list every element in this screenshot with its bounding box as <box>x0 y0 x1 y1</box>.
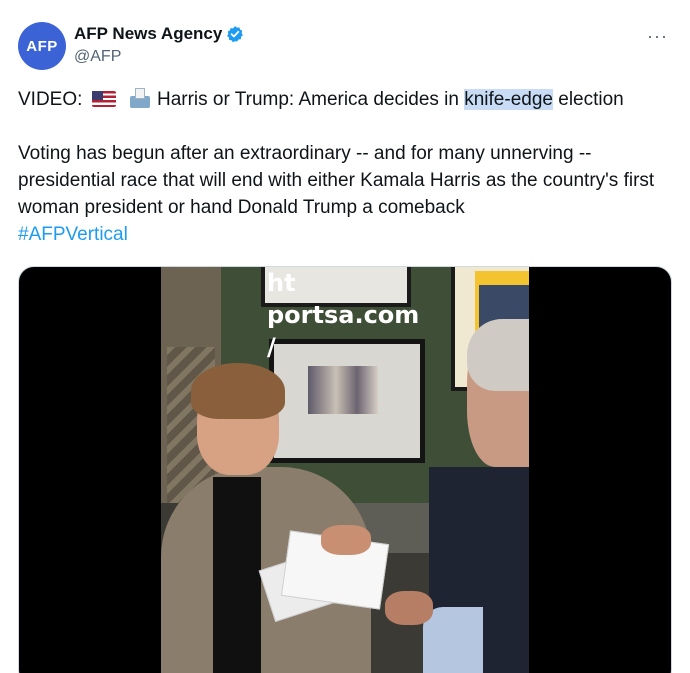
tweet-text: VIDEO: Harris or Trump: America decides … <box>18 86 678 248</box>
video-player[interactable]: ht portsa.com / <box>18 266 672 673</box>
author-handle[interactable]: @AFP <box>74 48 121 66</box>
watermark-line: ht <box>267 269 296 297</box>
hashtag-link[interactable]: #AFPVertical <box>18 221 678 248</box>
watermark-text: ht portsa.com / <box>267 267 467 363</box>
verified-badge-icon <box>227 26 244 43</box>
tweet-header: AFP AFP News Agency @AFP ··· <box>18 20 672 72</box>
watermark-line: portsa.com <box>267 301 420 329</box>
video-prefix: VIDEO: <box>18 89 83 110</box>
tweet-body: Voting has begun after an extraordinary … <box>18 143 655 218</box>
second-man-sleeve <box>423 607 483 673</box>
headline-main: Harris or Trump: America decides in <box>156 89 465 110</box>
hand <box>321 525 371 555</box>
second-man-hair <box>467 319 529 391</box>
author-display-name[interactable]: AFP News Agency <box>74 24 222 44</box>
ballot-box-icon <box>129 88 151 108</box>
man-shirt <box>213 477 261 673</box>
more-options-icon[interactable]: ··· <box>647 26 668 47</box>
tweet-headline: VIDEO: Harris or Trump: America decides … <box>18 86 678 113</box>
us-flag-icon <box>91 91 116 107</box>
watermark-line: / <box>267 333 276 361</box>
man-hair <box>191 363 285 419</box>
highlighted-text: knife-edge <box>464 89 553 110</box>
avatar[interactable]: AFP <box>18 22 66 70</box>
headline-suffix: election <box>552 89 624 110</box>
hand <box>385 591 433 625</box>
author-name-row: AFP News Agency <box>74 24 244 44</box>
